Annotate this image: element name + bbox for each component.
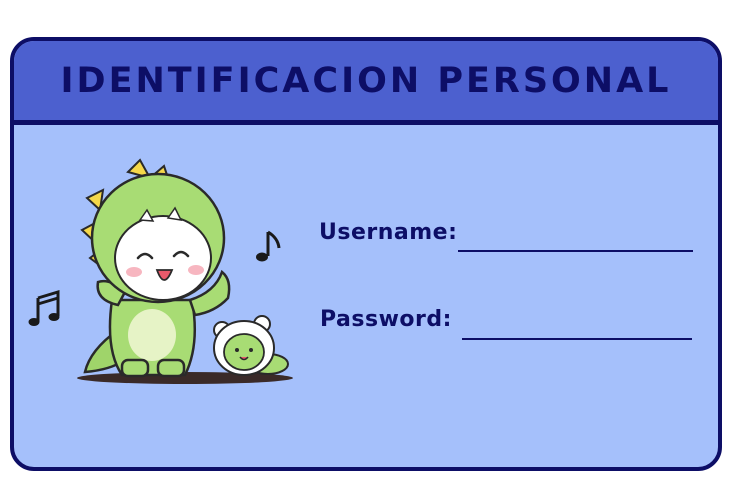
password-field[interactable]: [462, 338, 692, 340]
card-header: IDENTIFICACION PERSONAL: [14, 41, 718, 125]
card-title: IDENTIFICACION PERSONAL: [60, 61, 672, 101]
password-label: Password:: [320, 307, 452, 332]
id-card: IDENTIFICACION PERSONAL: [10, 37, 722, 471]
username-label: Username:: [319, 220, 458, 245]
username-field[interactable]: [458, 250, 693, 252]
